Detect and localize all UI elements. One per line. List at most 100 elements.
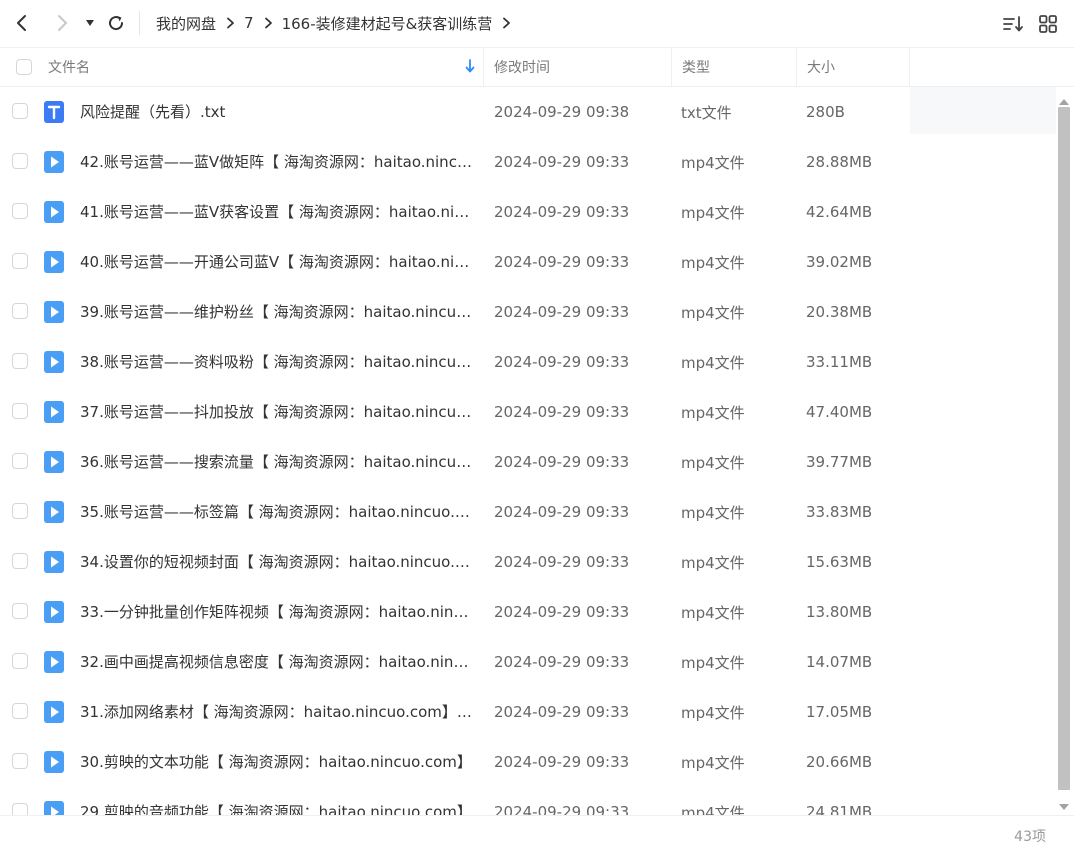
table-row[interactable]: 38.账号运营——资料吸粉【 海淘资源网：haitao.nincuo.com】 2… (0, 337, 1056, 387)
file-modified-time: 2024-09-29 09:33 (494, 203, 630, 221)
row-checkbox[interactable] (12, 203, 28, 219)
row-checkbox[interactable] (12, 753, 28, 769)
arrow-down-icon (465, 59, 475, 73)
file-type: mp4文件 (681, 303, 745, 322)
row-hover-highlight (910, 87, 1056, 134)
column-header-size-label: 大小 (807, 60, 835, 76)
file-modified-time: 2024-09-29 09:33 (494, 453, 630, 471)
row-checkbox[interactable] (12, 603, 28, 619)
table-row[interactable]: 34.设置你的短视频封面【 海淘资源网：haitao.nincuo.com】 20… (0, 537, 1056, 587)
file-type: mp4文件 (681, 403, 745, 422)
file-name: 31.添加网络素材【 海淘资源网：haitao.nincuo.com】.mp4 (80, 703, 473, 721)
row-checkbox[interactable] (12, 153, 28, 169)
file-name: 41.账号运营——蓝V获客设置【 海淘资源网：haitao.nincuo.com… (80, 203, 473, 221)
column-header-modified[interactable]: 修改时间 (484, 48, 672, 86)
column-header-type[interactable]: 类型 (672, 48, 797, 86)
row-checkbox[interactable] (12, 703, 28, 719)
chevron-right-icon (226, 17, 235, 29)
sort-button[interactable] (1001, 12, 1025, 36)
file-type: mp4文件 (681, 353, 745, 372)
table-row[interactable]: 40.账号运营——开通公司蓝V【 海淘资源网：haitao.nincuo.com… (0, 237, 1056, 287)
column-header-size[interactable]: 大小 (797, 48, 910, 86)
row-checkbox[interactable] (12, 303, 28, 319)
file-size: 280B (806, 103, 845, 121)
table-row[interactable]: 31.添加网络素材【 海淘资源网：haitao.nincuo.com】.mp4 2… (0, 687, 1056, 737)
table-row[interactable]: 35.账号运营——标签篇【 海淘资源网：haitao.nincuo.com】 20… (0, 487, 1056, 537)
row-checkbox[interactable] (12, 253, 28, 269)
file-type: mp4文件 (681, 203, 745, 222)
chevron-right-icon (264, 17, 273, 29)
breadcrumb-item-folder-7[interactable]: 7 (244, 14, 254, 32)
file-type: mp4文件 (681, 803, 745, 816)
table-row[interactable]: 42.账号运营——蓝V做矩阵【 海淘资源网：haitao.nincuo.com】… (0, 137, 1056, 187)
table-row[interactable]: 39.账号运营——维护粉丝【 海淘资源网：haitao.nincuo.com】 2… (0, 287, 1056, 337)
row-checkbox[interactable] (12, 353, 28, 369)
file-modified-time: 2024-09-29 09:33 (494, 703, 630, 721)
file-size: 20.66MB (806, 753, 873, 771)
column-header-name[interactable]: 文件名 (38, 48, 484, 86)
row-checkbox[interactable] (12, 453, 28, 469)
column-header-name-label: 文件名 (48, 60, 90, 76)
file-size: 33.83MB (806, 503, 873, 521)
table-row[interactable]: 36.账号运营——搜索流量【 海淘资源网：haitao.nincuo.com】 2… (0, 437, 1056, 487)
file-type: mp4文件 (681, 153, 745, 172)
breadcrumb-item-root[interactable]: 我的网盘 (156, 13, 216, 34)
file-name: 35.账号运营——标签篇【 海淘资源网：haitao.nincuo.com】 (80, 503, 473, 521)
row-checkbox[interactable] (12, 403, 28, 419)
file-type: mp4文件 (681, 253, 745, 272)
video-file-icon (44, 801, 64, 815)
scroll-up-arrow[interactable] (1058, 92, 1070, 105)
file-size: 14.07MB (806, 653, 873, 671)
file-name: 29.剪映的音频功能【 海淘资源网：haitao.nincuo.com】 (80, 803, 472, 815)
file-modified-time: 2024-09-29 09:33 (494, 353, 630, 371)
file-type: mp4文件 (681, 753, 745, 772)
video-file-icon (44, 401, 64, 423)
chevron-right-icon[interactable] (502, 17, 511, 29)
select-all-checkbox[interactable] (16, 59, 32, 75)
file-size: 39.02MB (806, 253, 873, 271)
table-row[interactable]: 30.剪映的文本功能【 海淘资源网：haitao.nincuo.com】 2024… (0, 737, 1056, 787)
table-row[interactable]: 33.一分钟批量创作矩阵视频【 海淘资源网：haitao.nincuo.com】… (0, 587, 1056, 637)
column-header-modified-label: 修改时间 (494, 60, 550, 76)
refresh-button[interactable] (102, 9, 130, 37)
table-row[interactable]: 32.画中画提高视频信息密度【 海淘资源网：haitao.nincuo.com】… (0, 637, 1056, 687)
row-checkbox[interactable] (12, 803, 28, 815)
video-file-icon (44, 651, 64, 673)
file-name: 34.设置你的短视频封面【 海淘资源网：haitao.nincuo.com】 (80, 553, 473, 571)
file-size: 33.11MB (806, 353, 873, 371)
file-type: mp4文件 (681, 653, 745, 672)
table-row[interactable]: 风险提醒（先看）.txt 2024-09-29 09:38 txt文件 280B (0, 87, 1056, 137)
table-row[interactable]: 29.剪映的音频功能【 海淘资源网：haitao.nincuo.com】 2024… (0, 787, 1056, 815)
file-modified-time: 2024-09-29 09:33 (494, 653, 630, 671)
scroll-down-arrow[interactable] (1058, 797, 1070, 810)
grid-view-button[interactable] (1036, 12, 1060, 36)
file-type: txt文件 (681, 103, 732, 122)
back-button[interactable] (8, 9, 36, 37)
file-size: 24.81MB (806, 803, 873, 815)
file-size: 39.77MB (806, 453, 873, 471)
scrollbar-thumb[interactable] (1058, 107, 1070, 790)
breadcrumb-item-current[interactable]: 166-装修建材起号&获客训练营 (282, 13, 493, 34)
file-type: mp4文件 (681, 603, 745, 622)
video-file-icon (44, 501, 64, 523)
row-checkbox[interactable] (12, 553, 28, 569)
toolbar: 我的网盘 7 166-装修建材起号&获客训练营 (0, 0, 1074, 46)
grid-icon (1039, 15, 1057, 33)
video-file-icon (44, 601, 64, 623)
file-name: 37.账号运营——抖加投放【 海淘资源网：haitao.nincuo.com】 (80, 403, 473, 421)
file-size: 42.64MB (806, 203, 873, 221)
toolbar-divider (139, 11, 140, 35)
refresh-icon (109, 16, 124, 31)
row-checkbox[interactable] (12, 503, 28, 519)
file-list: 风险提醒（先看）.txt 2024-09-29 09:38 txt文件 280B 42.… (0, 87, 1056, 815)
forward-button[interactable] (48, 9, 76, 37)
file-size: 28.88MB (806, 153, 873, 171)
video-file-icon (44, 151, 64, 173)
file-size: 17.05MB (806, 703, 873, 721)
row-checkbox[interactable] (12, 653, 28, 669)
table-row[interactable]: 41.账号运营——蓝V获客设置【 海淘资源网：haitao.nincuo.com… (0, 187, 1056, 237)
item-count: 43项 (1014, 829, 1046, 845)
row-checkbox[interactable] (12, 103, 28, 119)
history-dropdown-button[interactable] (76, 9, 104, 37)
table-row[interactable]: 37.账号运营——抖加投放【 海淘资源网：haitao.nincuo.com】 2… (0, 387, 1056, 437)
